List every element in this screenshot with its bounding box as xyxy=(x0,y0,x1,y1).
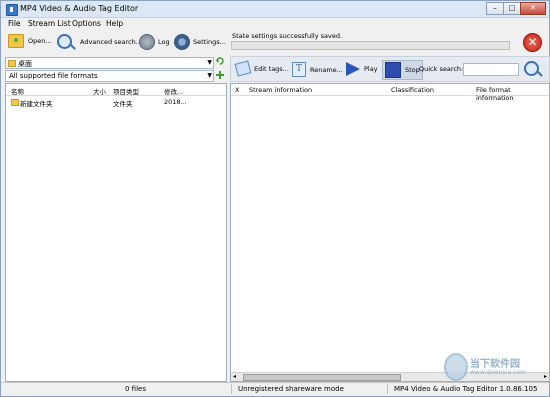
folder-path-select[interactable]: 桌面 ▼ xyxy=(5,57,214,69)
play-button[interactable]: Play xyxy=(346,62,378,76)
column-header-name[interactable]: 名称 xyxy=(11,86,24,96)
column-header-classification[interactable]: Classification xyxy=(391,86,434,94)
progress-bar xyxy=(231,41,510,50)
stop-icon xyxy=(385,62,401,78)
refresh-icon[interactable] xyxy=(216,57,224,65)
log-button[interactable]: Log xyxy=(139,34,170,50)
column-header-file-format-information[interactable]: File format information xyxy=(476,86,549,102)
stream-toolbar: Edit tags... T Rename... Play Stop Quick… xyxy=(230,56,550,82)
quick-search-label: Quick search: xyxy=(419,65,464,73)
tag-icon xyxy=(234,60,252,77)
title-bar: MP4 Video & Audio Tag Editor – □ ✕ xyxy=(1,1,549,18)
window-title: MP4 Video & Audio Tag Editor xyxy=(20,4,139,13)
rename-button[interactable]: T Rename... xyxy=(292,62,343,77)
folder-path-value: 桌面 xyxy=(18,60,32,68)
quick-search-input[interactable] xyxy=(463,63,519,76)
cancel-operation-button[interactable]: ✕ xyxy=(523,33,542,52)
folder-icon xyxy=(11,99,19,106)
search-icon xyxy=(524,61,539,76)
list-item[interactable]: 新建文件夹 文件夹 2018... xyxy=(9,98,223,108)
stream-list-header: X Stream information Classification File… xyxy=(231,84,549,102)
column-header-x[interactable]: X xyxy=(235,86,239,94)
column-header-size[interactable]: 大小 xyxy=(93,86,106,96)
rename-icon: T xyxy=(292,62,306,77)
menu-file[interactable]: File xyxy=(8,19,21,28)
file-format-filter-select[interactable]: All supported file formats ▼ xyxy=(5,70,214,82)
gear-icon xyxy=(174,34,190,50)
item-modified: 2018... xyxy=(164,98,187,106)
chevron-down-icon: ▼ xyxy=(207,72,212,79)
watermark: 当下软件园 www.downxia.com xyxy=(444,353,546,381)
play-icon xyxy=(346,62,360,76)
column-header-modified[interactable]: 修改... xyxy=(164,86,183,96)
watermark-url: www.downxia.com xyxy=(470,369,526,376)
scroll-left-arrow[interactable]: ◂ xyxy=(233,373,236,380)
open-button[interactable]: Open... xyxy=(8,34,52,48)
folder-icon xyxy=(8,60,16,67)
edit-tags-button[interactable]: Edit tags... xyxy=(234,60,289,77)
item-type: 文件夹 xyxy=(113,100,133,108)
maximize-button[interactable]: □ xyxy=(503,2,521,15)
folder-open-icon xyxy=(8,34,24,48)
status-divider xyxy=(387,384,388,394)
version-info: MP4 Video & Audio Tag Editor 1.0.86.105 xyxy=(394,385,538,393)
app-window: MP4 Video & Audio Tag Editor – □ ✕ File … xyxy=(0,0,550,397)
log-icon xyxy=(139,34,155,50)
edit-tags-label: Edit tags... xyxy=(254,64,289,73)
license-mode: Unregistered shareware mode xyxy=(238,385,344,393)
settings-label: Settings... xyxy=(193,38,226,46)
chevron-down-icon: ▼ xyxy=(207,59,212,66)
file-list-header: 名称 大小 项目类型 修改... xyxy=(6,84,226,96)
play-label: Play xyxy=(364,65,378,73)
status-divider xyxy=(231,384,232,394)
column-header-stream-information[interactable]: Stream information xyxy=(249,86,312,94)
file-format-filter-value: All supported file formats xyxy=(9,72,98,80)
scrollbar-thumb[interactable] xyxy=(243,374,401,381)
left-toolbar: Open... Advanced search... Log Settings.… xyxy=(4,31,226,53)
stream-list[interactable]: X Stream information Classification File… xyxy=(230,83,550,382)
advanced-search-button[interactable]: Advanced search... xyxy=(57,34,142,49)
add-icon[interactable] xyxy=(216,71,224,79)
menu-help[interactable]: Help xyxy=(106,19,123,28)
log-label: Log xyxy=(158,38,170,46)
stop-label: Stop xyxy=(405,66,420,74)
state-message-text: State settings successfully saved. xyxy=(232,32,343,40)
advanced-search-label: Advanced search... xyxy=(80,37,142,46)
minimize-button[interactable]: – xyxy=(486,2,504,15)
rename-label: Rename... xyxy=(310,65,343,74)
menu-stream-list[interactable]: Stream List xyxy=(28,19,71,28)
open-label: Open... xyxy=(28,37,52,45)
search-icon xyxy=(57,34,72,49)
quick-search-button[interactable] xyxy=(524,61,539,78)
app-icon xyxy=(6,4,18,16)
menu-options[interactable]: Options xyxy=(72,19,101,28)
column-header-type[interactable]: 项目类型 xyxy=(113,86,139,96)
watermark-logo xyxy=(444,353,468,381)
file-list[interactable]: 名称 大小 项目类型 修改... 新建文件夹 文件夹 2018... xyxy=(5,83,227,382)
state-message: State settings successfully saved. xyxy=(230,31,548,40)
file-count: 0 files xyxy=(125,385,146,393)
watermark-text: 当下软件园 xyxy=(470,359,520,370)
stop-button[interactable]: Stop xyxy=(382,60,423,80)
status-bar: 0 files Unregistered shareware mode MP4 … xyxy=(1,382,549,395)
menu-bar: File Stream List Options Help xyxy=(1,18,549,29)
close-button[interactable]: ✕ xyxy=(520,2,546,15)
item-name: 新建文件夹 xyxy=(20,100,53,108)
window-controls: – □ ✕ xyxy=(486,2,546,15)
settings-button[interactable]: Settings... xyxy=(174,34,226,50)
